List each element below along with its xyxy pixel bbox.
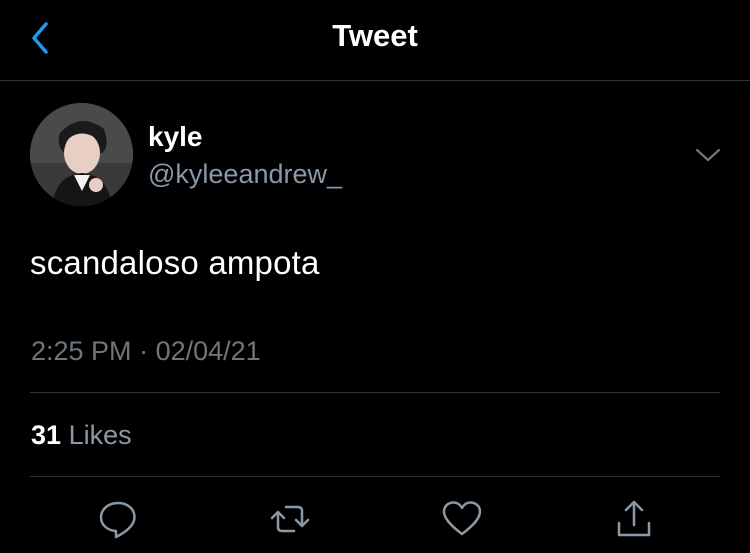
more-options-button[interactable] [693,143,723,167]
top-nav-bar: Tweet [0,0,750,81]
tweet-text: scandaloso ampota [30,244,320,281]
likes-label: Likes [68,420,132,450]
tweet-time: 2:25 PM [31,336,132,366]
author-handle[interactable]: @kyleeandrew_ [148,159,342,190]
retweet-icon [270,505,310,533]
page-title: Tweet [332,18,418,53]
divider [30,476,720,477]
timestamp-separator: · [139,336,149,366]
likes-count: 31 [31,420,62,450]
avatar-photo [30,103,133,206]
retweet-button[interactable] [268,497,312,541]
reply-button[interactable] [96,497,140,541]
reply-icon [99,501,136,539]
tweet-detail-screen: Tweet kyle @kyleeandrew_ scandaloso ampo… [0,0,750,553]
avatar[interactable] [30,103,133,206]
heart-icon [442,501,482,536]
tweet-date: 02/04/21 [155,336,261,366]
likes-stat[interactable]: 31 Likes [31,420,132,451]
divider [30,392,720,393]
tweet-timestamp: 2:25 PM · 02/04/21 [31,336,261,367]
share-icon [617,500,651,537]
like-button[interactable] [440,497,484,541]
share-button[interactable] [612,497,656,541]
author-name[interactable]: kyle [148,121,203,153]
action-bar [0,497,750,545]
chevron-down-icon [695,148,721,162]
tweet-author: kyle @kyleeandrew_ [30,103,730,209]
